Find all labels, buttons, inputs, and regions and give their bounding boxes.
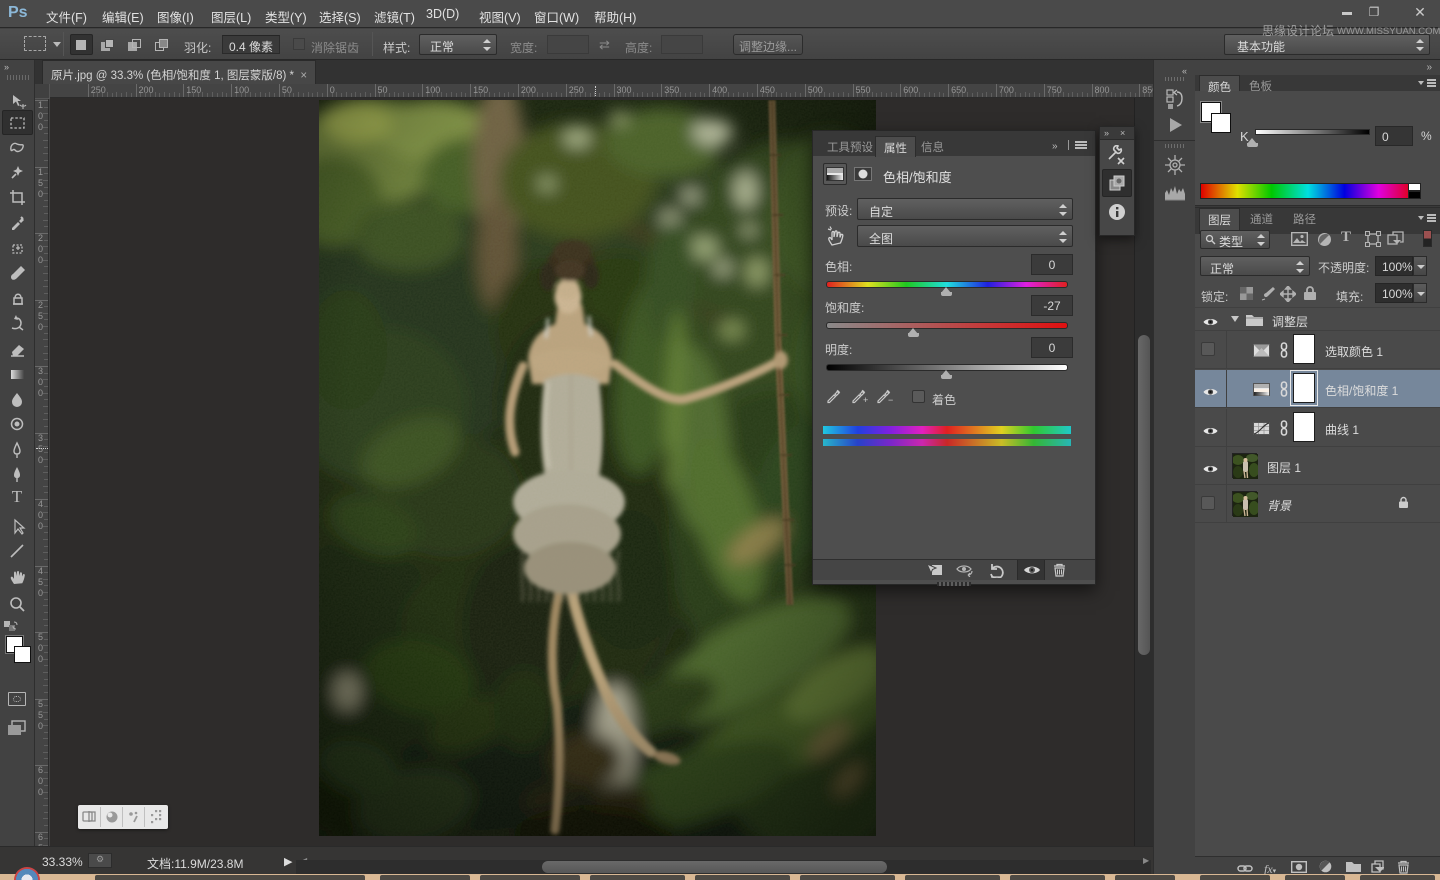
svg-text:T: T (12, 487, 23, 506)
